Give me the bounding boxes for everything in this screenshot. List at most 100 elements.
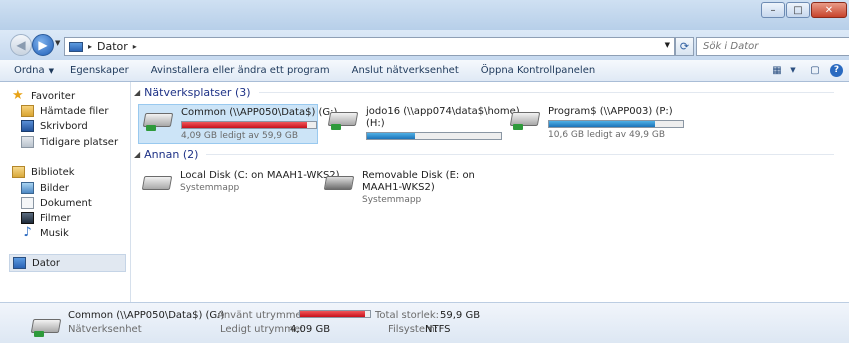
drive-item-common-g[interactable]: Common (\\APP050\Data$) (G:) 4,09 GB led…: [138, 104, 337, 144]
view-dropdown-icon[interactable]: ▼: [786, 63, 800, 77]
details-usage-container: [299, 310, 371, 318]
uninstall-program-button[interactable]: Avinstallera eller ändra ett program: [143, 65, 338, 76]
collapse-triangle-icon[interactable]: ◢: [134, 150, 140, 159]
forward-button[interactable]: ▶: [32, 34, 54, 56]
search-input[interactable]: [703, 38, 843, 54]
file-system-value: NTFS: [425, 324, 451, 335]
change-view-icon[interactable]: ▦: [770, 63, 784, 77]
toolbar-right-controls: ▦ ▼ ▢ ?: [762, 63, 843, 77]
sidebar-item-documents[interactable]: Dokument: [21, 197, 92, 209]
file-list-pane: ◢ Nätverksplatser (3) Common (\\APP050\D…: [131, 82, 849, 302]
drive-name: Common (\\APP050\Data$) (G:): [181, 107, 338, 118]
total-size-value: 59,9 GB: [440, 310, 481, 321]
drive-free-space: 4,09 GB ledigt av 59,9 GB: [181, 131, 299, 141]
drive-usage-bar: [366, 132, 502, 140]
preview-pane-icon[interactable]: ▢: [808, 63, 822, 77]
sidebar-item-label: Bilder: [40, 182, 70, 194]
drive-name: Program$ (\\APP003) (P:): [548, 106, 673, 117]
music-icon: ♪: [23, 225, 32, 240]
sidebar-item-label: Favoriter: [31, 90, 76, 102]
drive-info: jodo16 (\\app074\data$\home) (H:): [366, 106, 520, 141]
drive-item-program-p[interactable]: Program$ (\\APP003) (P:) 10,6 GB ledigt …: [509, 106, 684, 141]
sidebar-item-label: Dator: [32, 257, 60, 269]
drive-item-removable-disk-e[interactable]: Removable Disk (E: on MAAH1-WKS2) System…: [323, 170, 475, 206]
group-title: Annan (2): [144, 148, 199, 161]
collapse-triangle-icon[interactable]: ◢: [134, 88, 140, 97]
free-space-value: 4,09 GB: [290, 324, 331, 335]
drive-letter: (H:): [366, 118, 385, 129]
drive-name: Removable Disk (E: on: [362, 170, 475, 181]
network-drive-icon: [327, 106, 359, 132]
breadcrumb-dator[interactable]: Dator: [97, 40, 128, 53]
recent-pages-dropdown[interactable]: ▼: [55, 39, 60, 47]
properties-button[interactable]: Egenskaper: [62, 65, 137, 76]
minimize-button[interactable]: –: [761, 2, 785, 18]
drive-usage-bar: [181, 121, 317, 129]
search-box[interactable]: ⌕: [696, 37, 849, 56]
group-divider: [206, 154, 834, 155]
sidebar-item-computer[interactable]: Dator: [9, 254, 126, 272]
window-controls: – □ ✕: [760, 2, 847, 18]
sidebar-item-label: Skrivbord: [40, 120, 88, 132]
sidebar-item-pictures[interactable]: Bilder: [21, 182, 69, 194]
chevron-right-icon[interactable]: ▸: [88, 42, 92, 51]
sidebar-item-label: Bibliotek: [31, 166, 75, 178]
recent-places-icon: [21, 136, 34, 148]
drive-type: Systemmapp: [362, 195, 422, 205]
address-bar[interactable]: ▸ Dator ▸ ▼: [64, 37, 675, 56]
sidebar-item-music[interactable]: ♪ Musik: [21, 225, 69, 240]
network-drive-icon: [509, 106, 541, 132]
details-title: Common (\\APP050\Data$) (G:): [68, 310, 225, 321]
chevron-down-icon: ▼: [48, 67, 55, 75]
details-usage-fill: [300, 311, 366, 317]
navigation-bar: ◀ ▶ ▼ ▸ Dator ▸ ▼ ⟳ ⌕: [0, 30, 849, 60]
drive-usage-bar: [548, 120, 684, 128]
computer-icon: [13, 257, 26, 269]
drive-usage-fill: [549, 121, 655, 127]
sidebar-item-label: Tidigare platser: [40, 136, 119, 148]
group-header-network-locations[interactable]: ◢ Nätverksplatser (3): [134, 86, 834, 99]
group-header-other[interactable]: ◢ Annan (2): [134, 148, 834, 161]
navigation-pane: ★ Favoriter Hämtade filer Skrivbord Tidi…: [0, 82, 131, 302]
maximize-button[interactable]: □: [786, 2, 810, 18]
back-button[interactable]: ◀: [10, 34, 32, 56]
desktop-icon: [21, 120, 34, 132]
videos-icon: [21, 212, 34, 224]
network-drive-icon: [142, 107, 174, 133]
organize-label: Ordna: [14, 65, 45, 76]
drive-name: jodo16 (\\app074\data$\home): [366, 106, 520, 117]
drive-name: Local Disk (C: on MAAH1-WKS2): [180, 170, 340, 181]
network-drive-icon: [30, 313, 62, 339]
documents-icon: [21, 197, 34, 209]
pictures-icon: [21, 182, 34, 194]
total-size-label: Total storlek:: [375, 310, 439, 321]
sidebar-item-desktop[interactable]: Skrivbord: [21, 120, 88, 132]
details-pane: Common (\\APP050\Data$) (G:) Nätverksenh…: [0, 302, 849, 343]
drive-info: Local Disk (C: on MAAH1-WKS2) Systemmapp: [180, 170, 340, 196]
sidebar-item-label: Filmer: [40, 212, 71, 224]
group-title: Nätverksplatser (3): [144, 86, 251, 99]
title-bar: – □ ✕: [0, 0, 849, 30]
drive-usage-fill: [367, 133, 416, 139]
sidebar-item-downloads[interactable]: Hämtade filer: [21, 105, 108, 117]
star-icon: ★: [12, 88, 24, 103]
hard-disk-icon: [323, 170, 355, 196]
drive-item-jodo16-h[interactable]: jodo16 (\\app074\data$\home) (H:): [327, 106, 520, 141]
group-divider: [258, 92, 834, 93]
sidebar-item-libraries[interactable]: Bibliotek: [12, 166, 75, 178]
map-network-drive-button[interactable]: Anslut nätverksenhet: [344, 65, 467, 76]
refresh-button[interactable]: ⟳: [675, 37, 694, 56]
hard-disk-icon: [141, 170, 173, 196]
drive-item-local-disk-c[interactable]: Local Disk (C: on MAAH1-WKS2) Systemmapp: [141, 170, 340, 196]
sidebar-item-videos[interactable]: Filmer: [21, 212, 71, 224]
chevron-right-icon[interactable]: ▸: [133, 42, 137, 51]
address-history-dropdown[interactable]: ▼: [665, 41, 670, 49]
sidebar-item-label: Musik: [40, 227, 69, 239]
close-button[interactable]: ✕: [811, 2, 847, 18]
open-control-panel-button[interactable]: Öppna Kontrollpanelen: [473, 65, 603, 76]
organize-menu[interactable]: Ordna ▼: [6, 65, 62, 76]
sidebar-item-favorites[interactable]: ★ Favoriter: [12, 88, 76, 103]
sidebar-item-recent-places[interactable]: Tidigare platser: [21, 136, 118, 148]
drive-info: Common (\\APP050\Data$) (G:) 4,09 GB led…: [181, 107, 337, 143]
help-icon[interactable]: ?: [830, 63, 843, 77]
